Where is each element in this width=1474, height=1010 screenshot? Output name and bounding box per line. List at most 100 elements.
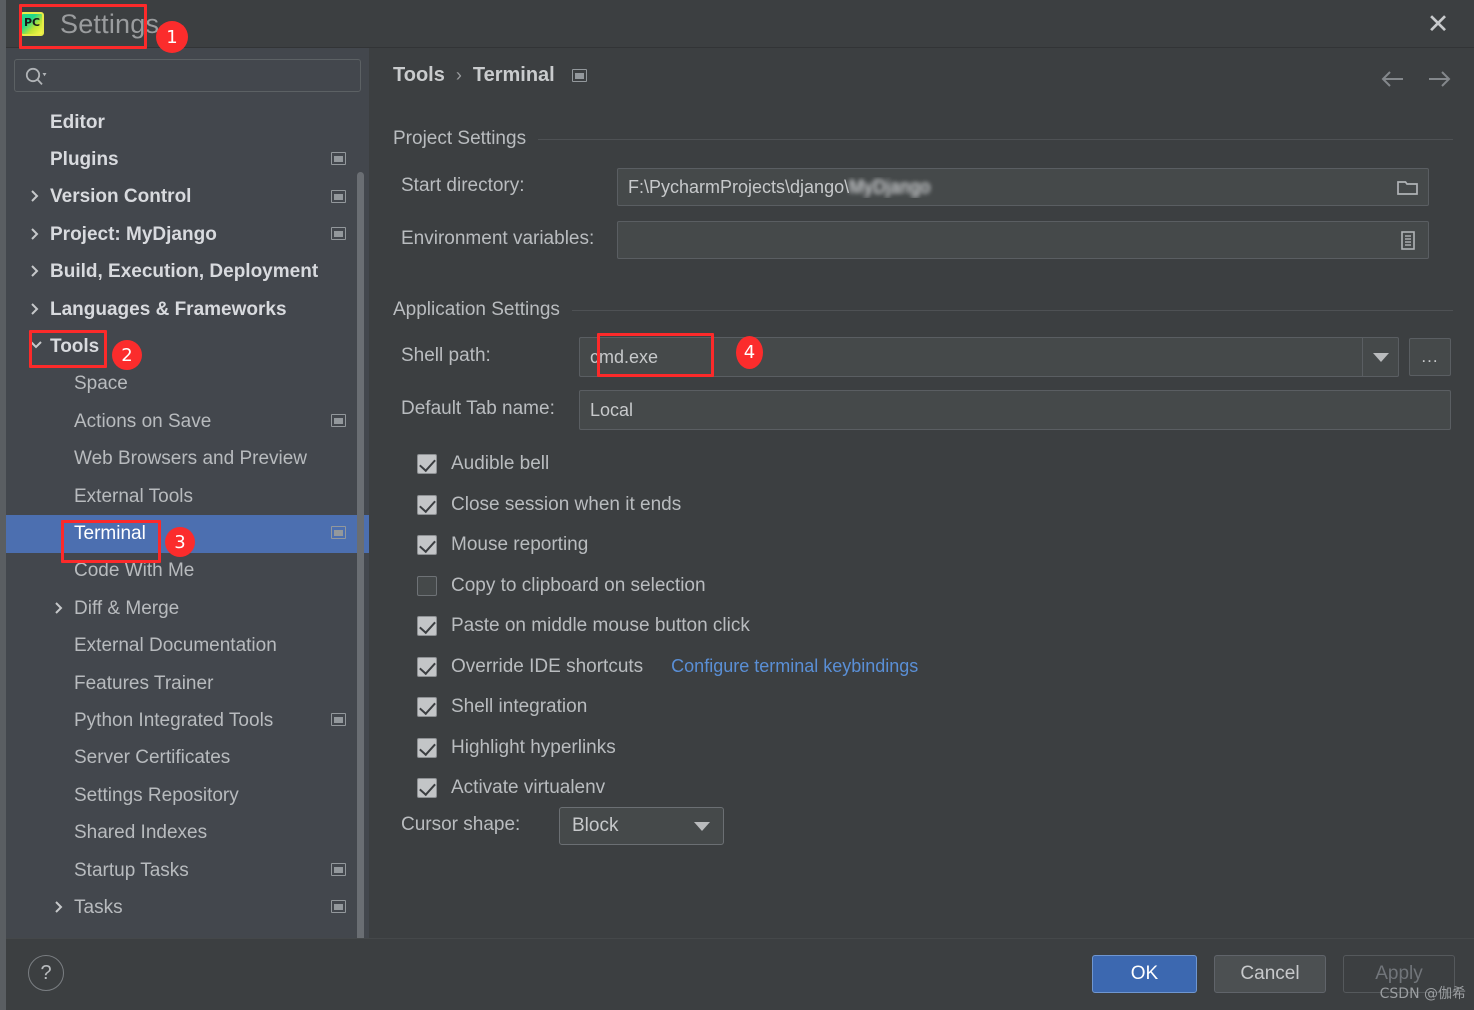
checkbox-override-ide-shortcuts[interactable]: Override IDE shortcuts Configure terminal… bbox=[417, 656, 918, 678]
checkbox-indicator[interactable] bbox=[417, 616, 437, 636]
start-directory-field[interactable]: F:\PycharmProjects\django\MyDjango bbox=[617, 168, 1429, 206]
sidebar-item-label: Build, Execution, Deployment bbox=[50, 261, 319, 283]
watermark: CSDN @伽希 bbox=[1379, 986, 1466, 1002]
checkbox-label: Override IDE shortcuts bbox=[451, 655, 644, 677]
sidebar-item-diff-merge[interactable]: Diff & Merge bbox=[6, 590, 369, 627]
shell-path-field-rest[interactable] bbox=[769, 337, 1399, 377]
sidebar-item-editor[interactable]: Editor bbox=[6, 104, 369, 141]
checkbox-audible-bell[interactable]: Audible bell bbox=[417, 453, 549, 475]
sidebar-item-features-trainer[interactable]: Features Trainer bbox=[6, 665, 369, 702]
application-settings-section-header: Application Settings bbox=[393, 299, 1453, 321]
sidebar-item-label: Plugins bbox=[50, 149, 119, 171]
sidebar-item-startup-tasks[interactable]: Startup Tasks bbox=[6, 852, 369, 889]
sidebar-item-space[interactable]: Space bbox=[6, 366, 369, 403]
section-divider bbox=[571, 309, 1453, 311]
sidebar-item-version-control[interactable]: Version Control bbox=[6, 179, 369, 216]
sidebar-item-plugins[interactable]: Plugins bbox=[6, 141, 369, 178]
checkbox-activate-virtualenv[interactable]: Activate virtualenv bbox=[417, 777, 605, 799]
checkbox-indicator[interactable] bbox=[417, 737, 437, 758]
project-scope-icon bbox=[331, 189, 346, 203]
checkbox-highlight-hyperlinks[interactable]: Highlight hyperlinks bbox=[417, 737, 616, 759]
chevron-down-icon[interactable] bbox=[681, 821, 723, 831]
checkbox-indicator[interactable] bbox=[417, 454, 437, 474]
sidebar-item-terminal[interactable]: Terminal bbox=[6, 515, 369, 553]
title-bar: PC Settings ✕ bbox=[6, 0, 1474, 48]
checkbox-indicator[interactable] bbox=[417, 778, 437, 798]
ok-button[interactable]: OK bbox=[1092, 955, 1197, 993]
shell-path-field[interactable]: cmd.exe bbox=[579, 337, 769, 377]
sidebar-item-server-certificates[interactable]: Server Certificates bbox=[6, 740, 369, 777]
sidebar-scrollbar-thumb[interactable] bbox=[357, 172, 364, 938]
default-tab-name-field[interactable]: Local bbox=[579, 390, 1451, 430]
shell-path-browse-button[interactable]: ... bbox=[1409, 338, 1451, 376]
window-title: Settings bbox=[60, 9, 160, 39]
checkbox-indicator[interactable] bbox=[417, 494, 437, 515]
sidebar-item-external-documentation[interactable]: External Documentation bbox=[6, 627, 369, 664]
environment-variables-label: Environment variables: bbox=[401, 228, 595, 249]
sidebar-item-label: Space bbox=[74, 373, 128, 395]
search-input[interactable] bbox=[53, 60, 354, 91]
checkbox-indicator[interactable] bbox=[417, 575, 437, 596]
chevron-right-icon[interactable] bbox=[52, 899, 70, 917]
checkbox-indicator[interactable] bbox=[417, 535, 437, 555]
settings-content: Tools › Terminal Project Settings Start … bbox=[369, 48, 1474, 938]
chevron-right-icon[interactable] bbox=[28, 226, 46, 244]
chevron-right-icon[interactable] bbox=[52, 600, 70, 618]
sidebar-item-tools[interactable]: Tools bbox=[6, 328, 369, 365]
project-scope-icon bbox=[331, 862, 346, 876]
chevron-right-icon[interactable] bbox=[28, 301, 46, 319]
configure-terminal-keybindings-link[interactable]: Configure terminal keybindings bbox=[671, 656, 918, 677]
dialog-footer: ? OK Cancel Apply CSDN @伽希 bbox=[6, 938, 1474, 1010]
sidebar-item-label: Languages & Frameworks bbox=[50, 298, 287, 320]
search-field[interactable] bbox=[14, 59, 361, 92]
settings-tree: Editor Plugins Version Control Project: MyD… bbox=[6, 104, 369, 927]
sidebar-item-label: Diff & Merge bbox=[74, 597, 180, 619]
checkbox-indicator[interactable] bbox=[417, 697, 437, 717]
sidebar-item-label: Web Browsers and Preview bbox=[74, 448, 308, 470]
sidebar-item-label: Settings Repository bbox=[74, 784, 239, 806]
checkbox-paste-on-middle-mouse-button-click[interactable]: Paste on middle mouse button click bbox=[417, 615, 750, 637]
pycharm-icon: PC bbox=[20, 12, 44, 36]
help-button[interactable]: ? bbox=[28, 955, 64, 991]
sidebar-item-actions-on-save[interactable]: Actions on Save bbox=[6, 403, 369, 440]
environment-variables-field[interactable] bbox=[617, 221, 1429, 259]
sidebar-item-external-tools[interactable]: External Tools bbox=[6, 478, 369, 515]
cursor-shape-dropdown[interactable]: Block bbox=[559, 807, 724, 845]
chevron-right-icon[interactable] bbox=[28, 263, 46, 281]
default-tab-name-label: Default Tab name: bbox=[401, 398, 555, 419]
list-icon[interactable] bbox=[1388, 222, 1428, 258]
arrow-left-icon[interactable] bbox=[1380, 66, 1406, 92]
breadcrumb-separator: › bbox=[455, 65, 462, 85]
start-directory-value: F:\PycharmProjects\django\MyDjango bbox=[628, 176, 931, 197]
sidebar-item-settings-repository[interactable]: Settings Repository bbox=[6, 777, 369, 814]
breadcrumb-current: Terminal bbox=[472, 64, 555, 86]
sidebar-item-label: Server Certificates bbox=[74, 747, 231, 769]
folder-icon[interactable] bbox=[1388, 169, 1428, 205]
sidebar-item-build-execution-deployment[interactable]: Build, Execution, Deployment bbox=[6, 254, 369, 291]
sidebar-item-python-integrated-tools[interactable]: Python Integrated Tools bbox=[6, 702, 369, 739]
checkbox-indicator[interactable] bbox=[417, 656, 437, 677]
settings-sidebar: Editor Plugins Version Control Project: MyD… bbox=[6, 48, 369, 938]
sidebar-item-languages-frameworks[interactable]: Languages & Frameworks bbox=[6, 291, 369, 328]
checkbox-mouse-reporting[interactable]: Mouse reporting bbox=[417, 534, 588, 556]
sidebar-item-code-with-me[interactable]: Code With Me bbox=[6, 553, 369, 590]
cancel-button[interactable]: Cancel bbox=[1214, 955, 1326, 993]
sidebar-item-web-browsers-and-preview[interactable]: Web Browsers and Preview bbox=[6, 441, 369, 478]
sidebar-item-label: Tasks bbox=[74, 896, 123, 918]
sidebar-item-shared-indexes[interactable]: Shared Indexes bbox=[6, 814, 369, 851]
project-scope-icon bbox=[331, 152, 346, 166]
close-icon[interactable]: ✕ bbox=[1420, 6, 1456, 42]
checkbox-shell-integration[interactable]: Shell integration bbox=[417, 696, 587, 718]
breadcrumb-parent[interactable]: Tools bbox=[393, 64, 445, 87]
chevron-down-icon[interactable] bbox=[28, 338, 46, 356]
checkbox-close-session-when-it-ends[interactable]: Close session when it ends bbox=[417, 494, 681, 516]
default-tab-name-value: Local bbox=[590, 399, 634, 420]
arrow-right-icon[interactable] bbox=[1426, 66, 1452, 92]
sidebar-item-tasks[interactable]: Tasks bbox=[6, 889, 369, 926]
sidebar-item-project-mydjango[interactable]: Project: MyDjango bbox=[6, 216, 369, 253]
start-directory-label: Start directory: bbox=[401, 175, 525, 196]
chevron-down-icon[interactable] bbox=[1362, 338, 1398, 376]
checkbox-copy-to-clipboard-on-selection[interactable]: Copy to clipboard on selection bbox=[417, 575, 706, 597]
navigation-arrows bbox=[1380, 66, 1452, 92]
chevron-right-icon[interactable] bbox=[28, 188, 46, 206]
